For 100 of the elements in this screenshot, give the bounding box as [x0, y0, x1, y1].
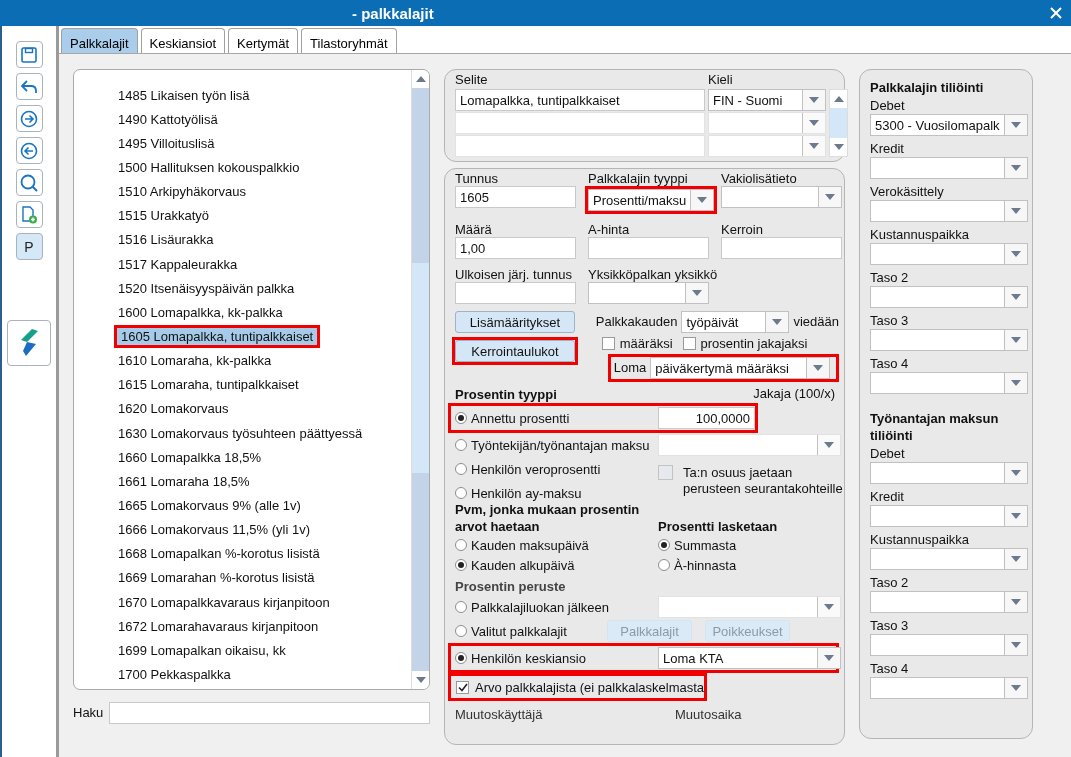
tab[interactable]: Tilastoryhmät [301, 28, 397, 53]
radio-button[interactable] [455, 463, 467, 475]
list-item[interactable]: 1630 Lomakorvaus työsuhteen päättyessä [114, 424, 367, 442]
search-field[interactable] [109, 702, 430, 724]
input-field[interactable]: 1605 [455, 186, 576, 208]
input-field[interactable]: Lomapalkka, tuntipalkkaiset [455, 89, 705, 111]
scroll-down-icon[interactable] [415, 677, 426, 683]
option-label: Kauden alkupäivä [471, 557, 575, 573]
list-item[interactable]: 1670 Lomapalkkavaraus kirjanpitoon [114, 593, 334, 611]
dropdown[interactable] [870, 462, 1028, 484]
checkbox[interactable] [601, 337, 615, 350]
input-field[interactable]: 1,00 [455, 237, 576, 259]
radio-button[interactable] [455, 539, 467, 551]
tab[interactable]: Palkkalajit [61, 28, 138, 53]
radio-button[interactable] [658, 559, 670, 571]
dropdown[interactable] [870, 548, 1028, 570]
list-item[interactable]: 1672 Lomarahavaraus kirjanpitoon [114, 617, 323, 635]
option-label: Arvo palkkalajista (ei palkkalaskelmasta [475, 679, 705, 695]
list-item[interactable]: 1605 Lomapalkka, tuntipalkkaiset [117, 327, 318, 345]
list-item[interactable]: 1610 Lomaraha, kk-palkka [114, 352, 276, 370]
logo-button[interactable] [7, 320, 51, 366]
list-item[interactable]: 1666 Lomakorvaus 11,5% (yli 1v) [114, 521, 314, 539]
input-field[interactable] [588, 237, 709, 259]
toolbar-button[interactable] [15, 201, 43, 228]
checkbox[interactable] [682, 337, 696, 350]
list-item[interactable]: 1699 Lomapalkan oikaisu, kk [114, 641, 290, 659]
tab[interactable]: Kertymät [228, 28, 299, 53]
action-button[interactable]: Lisämääritykset [455, 311, 575, 333]
scrollbar[interactable] [829, 89, 848, 157]
dropdown[interactable] [870, 634, 1028, 656]
radio-button[interactable] [455, 625, 467, 637]
dropdown[interactable] [870, 286, 1028, 308]
field-label: Palkkalajin tyyppi [588, 172, 688, 186]
list-item[interactable]: 1620 Lomakorvaus [114, 400, 233, 418]
list-item[interactable]: 1515 Urakkatyö [114, 207, 214, 225]
toolbar-button[interactable] [15, 41, 43, 68]
tab[interactable]: Keskiansiot [140, 28, 225, 53]
list-item[interactable]: 1665 Lomakorvaus 9% (alle 1v) [114, 496, 305, 514]
list-item[interactable]: 1615 Lomaraha, tuntipalkkaiset [114, 376, 303, 394]
toolbar-button[interactable] [15, 73, 43, 100]
scroll-up-icon[interactable] [833, 96, 844, 102]
dropdown[interactable] [588, 282, 709, 304]
checkbox[interactable] [456, 680, 469, 694]
list-item[interactable]: 1600 Lomapalkka, kk-palkka [114, 303, 287, 321]
dropdown[interactable] [870, 200, 1028, 222]
radio-button[interactable] [455, 652, 467, 664]
scrollbar-thumb[interactable] [412, 263, 429, 473]
list-item[interactable]: 1520 Itsenäisyyspäivän palkka [114, 279, 299, 297]
list-item[interactable]: 1490 Kattotyölisä [114, 110, 222, 128]
toolbar-button[interactable]: P [15, 233, 43, 260]
caret-icon [809, 97, 819, 103]
dropdown[interactable] [721, 186, 842, 208]
input-field[interactable]: 100,0000 [658, 407, 755, 429]
dropdown[interactable]: Loma KTA [658, 647, 841, 669]
toolbar-button[interactable] [15, 137, 43, 164]
caret-icon [697, 197, 708, 203]
radio-button[interactable] [455, 487, 467, 499]
dropdown[interactable] [870, 591, 1028, 613]
dropdown[interactable]: 5300 - Vuosilomapalk [870, 114, 1028, 136]
scroll-up-icon[interactable] [415, 76, 426, 82]
scroll-down-icon[interactable] [833, 144, 844, 150]
input-field[interactable] [721, 237, 842, 259]
section-heading: Pvm, jonka mukaan prosentin arvot haetaan [455, 501, 641, 535]
dropdown[interactable] [870, 157, 1028, 179]
close-icon[interactable] [1049, 6, 1063, 20]
dropdown[interactable]: Prosentti/maksu [588, 189, 715, 211]
input-field[interactable] [455, 282, 576, 304]
dropdown[interactable] [870, 243, 1028, 265]
radio-button[interactable] [455, 559, 467, 571]
action-button[interactable]: Kerrointaulukot [455, 340, 575, 362]
dropdown[interactable]: FIN - Suomi [708, 89, 826, 111]
scrollbar[interactable] [411, 70, 429, 689]
dropdown[interactable]: työpäivät [681, 311, 790, 333]
dropdown[interactable] [870, 505, 1028, 527]
dropdown[interactable]: päiväkertymä määräksi [650, 357, 831, 379]
list-item[interactable]: 1510 Arkipyhäkorvaus [114, 183, 250, 201]
list-item[interactable]: 1495 Villoituslisä [114, 134, 219, 152]
caret-icon [1011, 513, 1021, 519]
list-item[interactable]: 1700 Pekkaspalkka [114, 665, 235, 683]
radio-button[interactable] [658, 539, 670, 551]
caret-icon [824, 604, 834, 610]
option-label: Henkilön keskiansio [471, 650, 586, 666]
dropdown[interactable] [870, 329, 1028, 351]
list-item[interactable]: 1516 Lisäurakka [114, 231, 218, 249]
radio-button[interactable] [455, 412, 467, 424]
dropdown[interactable] [870, 372, 1028, 394]
caret-icon [692, 290, 702, 296]
list-item[interactable]: 1660 Lomapalkka 18,5% [114, 448, 266, 466]
toolbar-button[interactable] [15, 105, 43, 132]
toolbar-button[interactable] [15, 169, 43, 196]
list-item[interactable]: 1669 Lomarahan %-korotus lisistä [114, 569, 319, 587]
option-label: Henkilön ay-maksu [471, 485, 582, 501]
list-item[interactable]: 1500 Hallituksen kokouspalkkio [114, 159, 304, 176]
caret-icon [1011, 122, 1021, 128]
list-item[interactable]: 1661 Lomaraha 18,5% [114, 472, 254, 490]
list-item[interactable]: 1485 Likaisen työn lisä [114, 86, 254, 104]
dropdown[interactable] [870, 677, 1028, 699]
list-item[interactable]: 1517 Kappaleurakka [114, 255, 242, 273]
scrollbar-thumb[interactable] [830, 108, 847, 138]
list-item[interactable]: 1668 Lomapalkan %-korotus lisistä [114, 545, 324, 563]
